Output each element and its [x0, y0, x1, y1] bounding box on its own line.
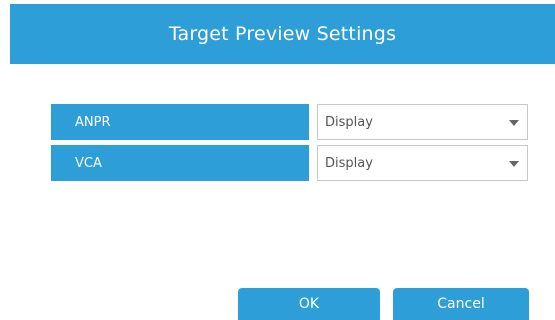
dialog-header: Target Preview Settings: [10, 4, 555, 64]
chevron-down-icon: [509, 161, 519, 167]
dialog-title: Target Preview Settings: [168, 23, 397, 45]
vca-display-select[interactable]: Display: [317, 145, 528, 181]
select-value: Display: [325, 114, 373, 130]
select-value: Display: [325, 155, 373, 171]
ok-button[interactable]: OK: [238, 288, 380, 320]
chevron-down-icon: [509, 120, 519, 126]
target-preview-settings-dialog: Target Preview Settings ANPR Display VCA…: [0, 0, 555, 320]
settings-row-anpr: ANPR Display: [51, 104, 528, 140]
cancel-button[interactable]: Cancel: [393, 288, 529, 320]
settings-row-vca: VCA Display: [51, 145, 528, 181]
anpr-display-select[interactable]: Display: [317, 104, 528, 140]
setting-label-vca: VCA: [51, 145, 309, 181]
setting-label-anpr: ANPR: [51, 104, 309, 140]
